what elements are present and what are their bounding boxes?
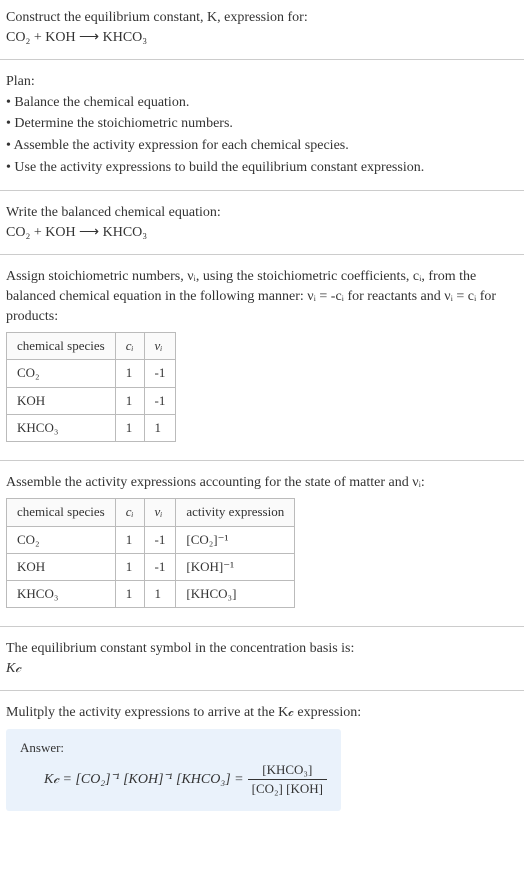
activity-section: Assemble the activity expressions accoun… <box>0 465 524 622</box>
intro-equation: CO₂ + KOH ⟶ KHCO₃ <box>6 28 518 48</box>
answer-label: Answer: <box>20 739 327 757</box>
plan-heading: Plan: <box>6 72 518 92</box>
cell-c: 1 <box>115 581 144 608</box>
cell-expr: [KOH]⁻¹ <box>176 553 295 580</box>
cell-v: 1 <box>144 414 176 441</box>
table-row: CO₂ 1 -1 <box>7 360 176 387</box>
cell-species: KHCO₃ <box>7 581 116 608</box>
divider <box>0 460 524 461</box>
plan-item: • Use the activity expressions to build … <box>6 157 518 179</box>
cell-species: CO₂ <box>7 526 116 553</box>
cell-c: 1 <box>115 526 144 553</box>
fraction-denominator: [CO₂] [KOH] <box>248 780 327 798</box>
intro-section: Construct the equilibrium constant, K, e… <box>0 0 524 55</box>
divider <box>0 190 524 191</box>
cell-c: 1 <box>115 387 144 414</box>
cell-species: KOH <box>7 387 116 414</box>
symbol-kc: K𝒸 <box>6 659 518 679</box>
cell-v: -1 <box>144 526 176 553</box>
intro-line: Construct the equilibrium constant, K, e… <box>6 8 518 28</box>
divider <box>0 59 524 60</box>
divider <box>0 254 524 255</box>
symbol-section: The equilibrium constant symbol in the c… <box>0 631 524 686</box>
cell-v: -1 <box>144 387 176 414</box>
th-expr: activity expression <box>176 499 295 526</box>
table-row: KHCO₃ 1 1 [KHCO₃] <box>7 581 295 608</box>
cell-c: 1 <box>115 414 144 441</box>
cell-expr: [KHCO₃] <box>176 581 295 608</box>
cell-expr: [CO₂]⁻¹ <box>176 526 295 553</box>
divider <box>0 690 524 691</box>
table-header-row: chemical species cᵢ νᵢ <box>7 333 176 360</box>
table-row: KHCO₃ 1 1 <box>7 414 176 441</box>
answer-expression: K𝒸 = [CO₂]⁻¹ [KOH]⁻¹ [KHCO₃] = [KHCO₃] [… <box>20 761 327 798</box>
th-species: chemical species <box>7 499 116 526</box>
assign-table: chemical species cᵢ νᵢ CO₂ 1 -1 KOH 1 -1… <box>6 332 176 442</box>
table-header-row: chemical species cᵢ νᵢ activity expressi… <box>7 499 295 526</box>
th-ci: cᵢ <box>115 499 144 526</box>
activity-table: chemical species cᵢ νᵢ activity expressi… <box>6 498 295 608</box>
balanced-equation: CO₂ + KOH ⟶ KHCO₃ <box>6 223 518 243</box>
cell-species: CO₂ <box>7 360 116 387</box>
plan-item: • Balance the chemical equation. <box>6 92 518 114</box>
balanced-section: Write the balanced chemical equation: CO… <box>0 195 524 250</box>
answer-lhs: K𝒸 = [CO₂]⁻¹ [KOH]⁻¹ [KHCO₃] = <box>44 770 244 790</box>
assign-text: Assign stoichiometric numbers, νᵢ, using… <box>6 267 518 326</box>
symbol-line1: The equilibrium constant symbol in the c… <box>6 639 518 659</box>
plan-list: • Balance the chemical equation. • Deter… <box>6 92 518 178</box>
answer-box: Answer: K𝒸 = [CO₂]⁻¹ [KOH]⁻¹ [KHCO₃] = [… <box>6 729 341 811</box>
assign-section: Assign stoichiometric numbers, νᵢ, using… <box>0 259 524 456</box>
th-vi: νᵢ <box>144 499 176 526</box>
cell-c: 1 <box>115 360 144 387</box>
cell-species: KOH <box>7 553 116 580</box>
table-row: CO₂ 1 -1 [CO₂]⁻¹ <box>7 526 295 553</box>
fraction-numerator: [KHCO₃] <box>248 761 327 780</box>
cell-c: 1 <box>115 553 144 580</box>
plan-section: Plan: • Balance the chemical equation. •… <box>0 64 524 186</box>
activity-text: Assemble the activity expressions accoun… <box>6 473 518 493</box>
cell-v: -1 <box>144 360 176 387</box>
th-ci: cᵢ <box>115 333 144 360</box>
cell-v: 1 <box>144 581 176 608</box>
table-row: KOH 1 -1 <box>7 387 176 414</box>
multiply-section: Mulitply the activity expressions to arr… <box>0 695 524 824</box>
th-vi: νᵢ <box>144 333 176 360</box>
th-species: chemical species <box>7 333 116 360</box>
intro-text: Construct the equilibrium constant, K, e… <box>6 10 308 25</box>
cell-v: -1 <box>144 553 176 580</box>
multiply-text: Mulitply the activity expressions to arr… <box>6 703 518 723</box>
cell-species: KHCO₃ <box>7 414 116 441</box>
answer-fraction: [KHCO₃] [CO₂] [KOH] <box>248 761 327 798</box>
plan-item: • Assemble the activity expression for e… <box>6 135 518 157</box>
table-row: KOH 1 -1 [KOH]⁻¹ <box>7 553 295 580</box>
balanced-heading: Write the balanced chemical equation: <box>6 203 518 223</box>
plan-item: • Determine the stoichiometric numbers. <box>6 113 518 135</box>
divider <box>0 626 524 627</box>
